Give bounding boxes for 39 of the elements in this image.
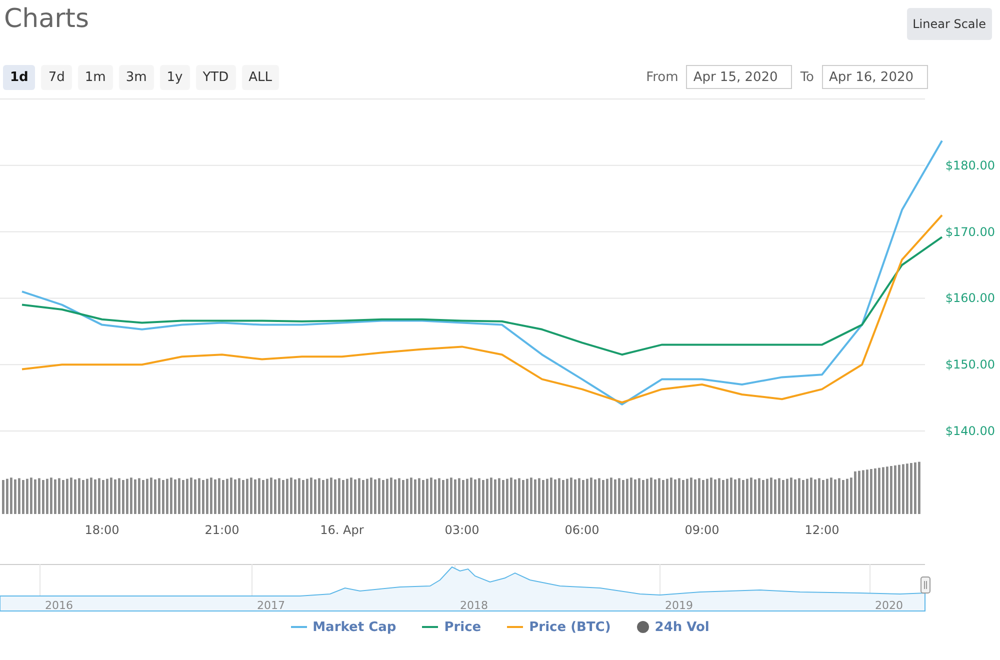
- x-axis-label: 21:00: [204, 523, 240, 537]
- legend-line-icon: [422, 626, 438, 628]
- legend-line-icon: [507, 626, 524, 628]
- year-label: 2018: [460, 599, 488, 612]
- year-label: 2020: [875, 599, 903, 612]
- x-axis-label: 12:00: [804, 523, 840, 537]
- to-label: To: [800, 70, 814, 84]
- x-axis-label: 03:00: [444, 523, 480, 537]
- year-label: 2019: [665, 599, 693, 612]
- x-axis-label: 16. Apr: [320, 523, 364, 537]
- y-axis-label: $160.00: [945, 291, 995, 306]
- range-button[interactable]: 3m: [118, 64, 154, 90]
- y-axis-label: $180.00: [945, 158, 995, 172]
- y-axis-label: $170.00: [945, 224, 995, 239]
- range-button[interactable]: ALL: [242, 64, 280, 90]
- x-axis-label: 09:00: [684, 523, 720, 537]
- legend-label[interactable]: Price: [444, 620, 482, 634]
- legend-line-icon: [290, 626, 307, 628]
- range-button[interactable]: 1m: [78, 64, 113, 90]
- range-button[interactable]: YTD: [196, 64, 236, 90]
- y-axis-label: $140.00: [945, 424, 995, 438]
- x-axis-label: 18:00: [84, 523, 120, 537]
- legend-label[interactable]: 24h Vol: [654, 620, 710, 634]
- range-button[interactable]: 1d: [3, 64, 36, 90]
- to-date-field[interactable]: Apr 16, 2020: [822, 65, 928, 89]
- linear-scale-button[interactable]: Linear Scale: [906, 8, 992, 40]
- x-axis-label: 06:00: [564, 523, 600, 537]
- year-label: 2016: [45, 599, 73, 612]
- range-button[interactable]: 1y: [160, 64, 190, 90]
- legend-dot-icon: [636, 621, 649, 633]
- y-axis-label: $150.00: [945, 358, 995, 372]
- from-label: From: [646, 70, 678, 84]
- from-date-field[interactable]: Apr 15, 2020: [686, 65, 792, 89]
- legend-label[interactable]: Price (BTC): [529, 620, 611, 634]
- legend-label[interactable]: Market Cap: [312, 620, 396, 634]
- year-label: 2017: [257, 599, 285, 612]
- scroll-handle-icon[interactable]: [920, 576, 930, 594]
- page-title: Charts: [4, 4, 89, 34]
- range-button[interactable]: 7d: [41, 64, 72, 90]
